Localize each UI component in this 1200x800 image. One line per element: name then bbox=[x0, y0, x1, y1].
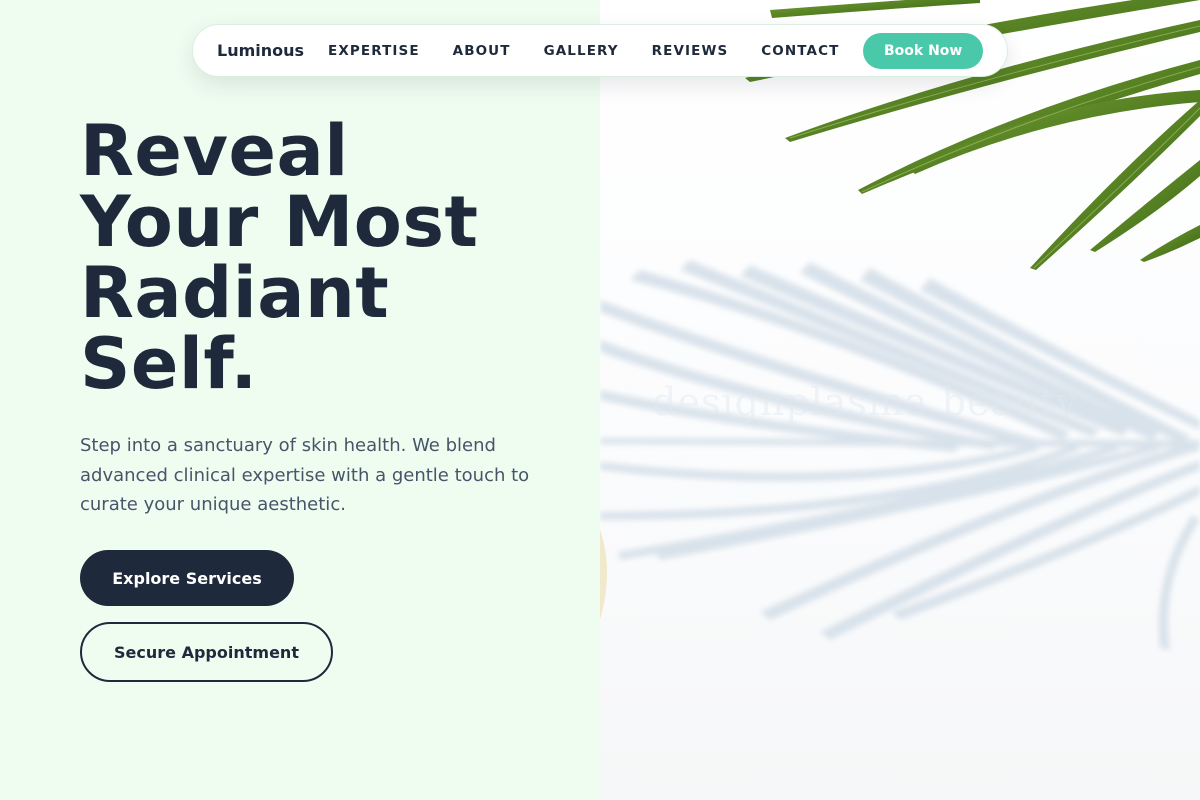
nav-link-reviews[interactable]: REVIEWS bbox=[652, 43, 729, 59]
hero-title-line: Radiant bbox=[80, 252, 390, 334]
secure-appointment-button[interactable]: Secure Appointment bbox=[80, 622, 333, 682]
brand-logo[interactable]: Luminous bbox=[217, 41, 304, 60]
hero-image: designplasma beauty bbox=[600, 0, 1200, 800]
nav-link-gallery[interactable]: GALLERY bbox=[544, 43, 619, 59]
nav-link-expertise[interactable]: EXPERTISE bbox=[328, 43, 420, 59]
hero-description: Step into a sanctuary of skin health. We… bbox=[80, 435, 530, 515]
image-watermark: designplasma beauty bbox=[652, 380, 1079, 424]
nav-link-about[interactable]: ABOUT bbox=[453, 43, 511, 59]
nav-link-contact[interactable]: CONTACT bbox=[761, 43, 839, 59]
hero-title-line: Reveal bbox=[80, 110, 349, 192]
hero-title-line: Self. bbox=[80, 323, 258, 405]
hero-title-line: Your Most bbox=[80, 181, 479, 263]
top-navigation: Luminous EXPERTISE ABOUT GALLERY REVIEWS… bbox=[192, 24, 1008, 77]
nav-links: EXPERTISE ABOUT GALLERY REVIEWS CONTACT bbox=[328, 43, 863, 59]
explore-services-button[interactable]: Explore Services bbox=[80, 550, 294, 606]
hero-title: Reveal Your Most Radiant Self. bbox=[80, 116, 560, 400]
book-now-button[interactable]: Book Now bbox=[863, 32, 983, 69]
